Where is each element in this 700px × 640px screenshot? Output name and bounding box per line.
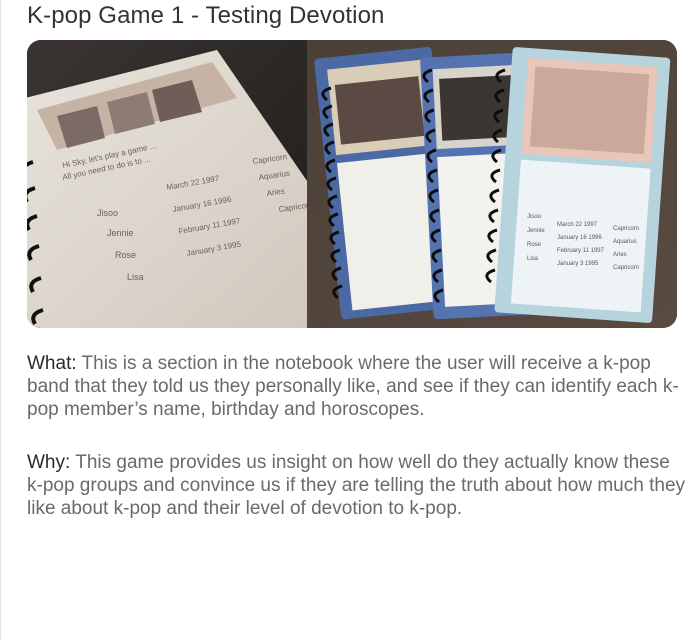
left-name-3: Rose	[115, 250, 136, 260]
right-date-4: January 3 1995	[557, 261, 599, 267]
why-paragraph: Why: This game provides us insight on ho…	[27, 451, 687, 520]
right-date-3: February 11 1997	[557, 248, 605, 254]
right-name-1: Jisoo	[527, 214, 542, 220]
notebook-photo: Hi Sky, let's play a game ... All you ne…	[27, 40, 677, 328]
why-label: Why:	[27, 452, 71, 473]
right-name-3: Rose	[527, 242, 542, 248]
what-label: What:	[27, 353, 77, 374]
what-paragraph: What: This is a section in the notebook …	[27, 352, 687, 421]
why-text: This game provides us insight on how wel…	[27, 452, 686, 519]
left-name-4: Lisa	[127, 272, 144, 282]
left-name-2: Jennie	[107, 228, 134, 238]
right-name-2: Jennie	[527, 228, 545, 234]
right-date-2: January 16 1996	[557, 235, 602, 241]
right-sign-2: Aquarius	[613, 239, 637, 245]
page-title: K-pop Game 1 - Testing Devotion	[27, 2, 385, 29]
left-name-1: Jisoo	[97, 208, 118, 218]
right-date-1: March 22 1997	[557, 222, 598, 228]
right-sign-3: Aries	[613, 252, 627, 258]
right-name-4: Lisa	[527, 256, 539, 262]
right-sign-1: Capricorn	[613, 226, 639, 232]
what-text: This is a section in the notebook where …	[27, 353, 679, 420]
right-sign-4: Capricorn	[613, 265, 639, 271]
